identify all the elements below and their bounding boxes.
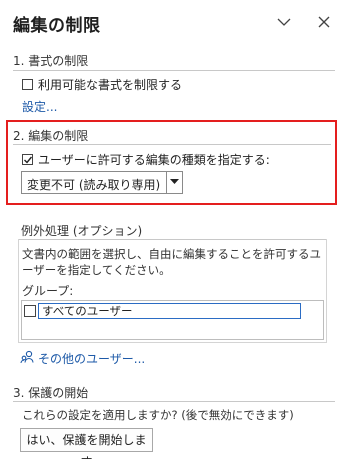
dropdown-arrow-button[interactable] (166, 172, 182, 193)
group-everyone-label[interactable]: すべてのユーザー (38, 303, 301, 319)
pane-options-button[interactable] (275, 13, 293, 31)
groups-label: グループ: (22, 284, 74, 298)
formatting-restriction-checkbox[interactable] (22, 79, 33, 90)
start-protection-button[interactable]: はい、保護を開始します (20, 428, 153, 459)
pane-title: 編集の制限 (13, 16, 101, 36)
editing-restriction-label: ユーザーに許可する編集の種類を指定する: (38, 153, 270, 167)
formatting-restriction-label: 利用可能な書式を制限する (38, 78, 183, 92)
section-divider (13, 144, 331, 145)
pane-header: 編集の制限 (0, 0, 345, 44)
editing-type-selected-value: 変更不可 (読み取り専用) (27, 178, 161, 192)
group-everyone-checkbox[interactable] (24, 305, 36, 317)
section-editing-heading: 2. 編集の制限 (13, 129, 89, 143)
restrict-editing-pane: 編集の制限 1. 書式の制限 利用可能な書式を制限する 設定... 2. 編集の… (0, 0, 345, 459)
apply-settings-prompt: これらの設定を適用しますか? (後で無効にできます) (22, 408, 294, 422)
formatting-settings-link[interactable]: 設定... (22, 98, 57, 115)
section-start-protection-heading: 3. 保護の開始 (13, 386, 89, 400)
groups-list: すべてのユーザー (21, 300, 324, 340)
more-users-link[interactable]: その他のユーザー... (38, 350, 145, 367)
users-icon (20, 349, 34, 368)
chevron-down-icon (275, 13, 293, 31)
formatting-restriction-row[interactable]: 利用可能な書式を制限する (22, 76, 182, 93)
more-users-link-row[interactable]: その他のユーザー... (20, 349, 145, 368)
editing-type-dropdown[interactable]: 変更不可 (読み取り専用) (21, 171, 183, 194)
exceptions-heading: 例外処理 (オプション) (21, 224, 143, 238)
editing-restriction-checkbox[interactable] (22, 154, 33, 165)
section-divider (13, 70, 335, 71)
list-item[interactable]: すべてのユーザー (24, 303, 301, 319)
close-icon (315, 13, 333, 31)
section-divider (13, 401, 335, 402)
close-pane-button[interactable] (315, 13, 333, 31)
section-formatting-heading: 1. 書式の制限 (13, 54, 89, 68)
editing-restriction-row[interactable]: ユーザーに許可する編集の種類を指定する: (22, 151, 270, 168)
exceptions-description: 文書内の範囲を選択し、自由に編集することを許可するユーザーを指定してください。 (22, 247, 321, 277)
